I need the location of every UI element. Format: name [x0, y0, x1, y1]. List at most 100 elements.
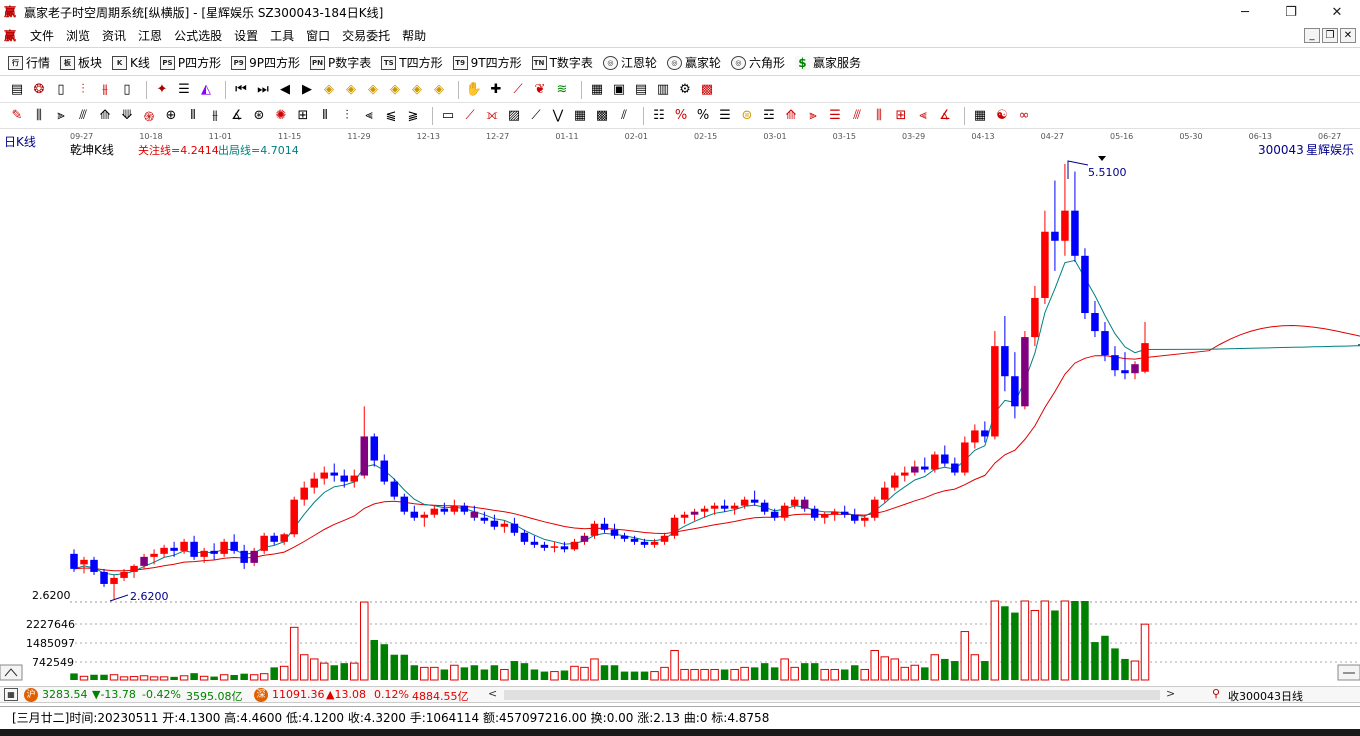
menu-tools[interactable]: 工具 [264, 27, 300, 44]
bookmark-icon[interactable]: ⚲ [1212, 687, 1220, 700]
kline-type-icon[interactable]: ⫶ [74, 81, 92, 99]
vee-icon[interactable]: ⋁ [549, 107, 567, 125]
equalize-icon[interactable]: ☰ [175, 81, 193, 99]
matrix-icon[interactable]: ▦ [571, 107, 589, 125]
star-icon[interactable]: ✺ [272, 107, 290, 125]
bar-type-icon[interactable]: ⫵ [96, 81, 114, 99]
channel-icon[interactable]: ⟗ [483, 107, 501, 125]
draw-line-icon[interactable]: ⟋ [509, 81, 527, 99]
diamond2-icon[interactable]: ◈ [342, 81, 360, 99]
slope-icon[interactable]: ⟋ [527, 107, 545, 125]
rect-icon[interactable]: ▭ [439, 107, 457, 125]
ray-icon[interactable]: ⟋ [461, 107, 479, 125]
comb4-icon[interactable]: ⫺ [404, 107, 422, 125]
gann-fan2-icon[interactable]: ⫷ [914, 107, 932, 125]
gann-fan-icon[interactable]: ⟰ [96, 107, 114, 125]
triangle-icon[interactable]: ◭ [197, 81, 215, 99]
menu-file[interactable]: 文件 [24, 27, 60, 44]
fib-icon[interactable]: ⫻ [74, 107, 92, 125]
menu-formula[interactable]: 公式选股 [168, 27, 228, 44]
hand-icon[interactable]: ✋ [465, 81, 483, 99]
toolbar-t-table[interactable]: TN T数字表 [531, 54, 593, 71]
hatch-icon[interactable]: ▨ [505, 107, 523, 125]
diamond4-icon[interactable]: ◈ [386, 81, 404, 99]
vertical-lines-icon[interactable]: ⦀ [316, 107, 334, 125]
calculator-small-icon[interactable]: ▦ [4, 688, 18, 701]
ring-icon[interactable]: ⊛ [250, 107, 268, 125]
fib-fan-icon[interactable]: ⫸ [804, 107, 822, 125]
wave-icon[interactable]: ≋ [553, 81, 571, 99]
fib-ext-icon[interactable]: ⫻ [848, 107, 866, 125]
volume-scroll-up-button[interactable] [0, 664, 23, 681]
grid-icon[interactable]: ▤ [632, 81, 650, 99]
candle-dropdown-icon[interactable]: ▯ [118, 81, 136, 99]
toolbar-hexagon[interactable]: ◎ 六角形 [730, 54, 785, 71]
box-grid-icon[interactable]: ⊞ [294, 107, 312, 125]
toolbar-p-square[interactable]: PS P四方形 [159, 54, 221, 71]
mdi-close-button[interactable]: ✕ [1340, 28, 1356, 43]
gann-lines-icon[interactable]: ☰ [716, 107, 734, 125]
diamond1-icon[interactable]: ◈ [320, 81, 338, 99]
close-line-label[interactable]: 收300043日线 [1228, 688, 1303, 704]
bars-icon[interactable]: ⫴ [184, 107, 202, 125]
circle-icon[interactable]: ⊕ [162, 107, 180, 125]
period-dropdown-icon[interactable]: ▤ [8, 81, 26, 99]
menu-help[interactable]: 帮助 [396, 27, 432, 44]
toolbar-quotes[interactable]: 行行情 [8, 54, 50, 71]
fib-ret-icon[interactable]: ☰ [826, 107, 844, 125]
infinity-icon[interactable]: ∞ [1015, 107, 1033, 125]
mdi-minimize-button[interactable]: _ [1304, 28, 1320, 43]
scroll-left-button[interactable]: < [488, 687, 497, 700]
first-icon[interactable]: ⏮ [232, 81, 250, 99]
gann-box-icon[interactable]: ⟱ [118, 107, 136, 125]
yin-yang-icon[interactable]: ☯ [993, 107, 1011, 125]
menu-settings[interactable]: 设置 [228, 27, 264, 44]
diamond5-icon[interactable]: ◈ [408, 81, 426, 99]
toolbar-sector[interactable]: 板板块 [60, 54, 102, 71]
angle-icon[interactable]: ∡ [228, 107, 246, 125]
minimize-button[interactable]: ─ [1222, 0, 1268, 24]
menu-browse[interactable]: 浏览 [60, 27, 96, 44]
comb3-icon[interactable]: ⫹ [382, 107, 400, 125]
levels-icon[interactable]: ☷ [650, 107, 668, 125]
spiral-icon[interactable]: ֍ [140, 107, 158, 125]
gift-icon[interactable]: ❦ [531, 81, 549, 99]
cycle-icon[interactable]: ✦ [153, 81, 171, 99]
gann-angle-icon[interactable]: ∡ [936, 107, 954, 125]
stairs-icon[interactable]: ⫽ [615, 107, 633, 125]
crosshair-icon[interactable]: ✚ [487, 81, 505, 99]
fib-time-icon[interactable]: ⫼ [870, 107, 888, 125]
comb2-icon[interactable]: ⫷ [360, 107, 378, 125]
toolbar-gann-wheel[interactable]: ◎ 江恩轮 [602, 54, 657, 71]
toolbar-service[interactable]: $ 赢家服务 [794, 54, 861, 71]
pen-icon[interactable]: ✎ [8, 107, 26, 125]
maximize-button[interactable]: ❐ [1268, 0, 1314, 24]
diamond6-icon[interactable]: ◈ [430, 81, 448, 99]
matrix2-icon[interactable]: ▩ [593, 107, 611, 125]
left-icon[interactable]: ◀ [276, 81, 294, 99]
comb-icon[interactable]: ⫶ [338, 107, 356, 125]
gann-ray-icon[interactable]: ⟰ [782, 107, 800, 125]
toolbar-9t-square[interactable]: T9 9T四方形 [452, 54, 522, 71]
gann-grid-icon[interactable]: ☲ [760, 107, 778, 125]
parallel-icon[interactable]: ⫼ [30, 107, 48, 125]
save-icon[interactable]: ▥ [654, 81, 672, 99]
formula-icon[interactable]: ❂ [30, 81, 48, 99]
calendar-icon[interactable]: ▦ [588, 81, 606, 99]
bars2-icon[interactable]: ⫵ [206, 107, 224, 125]
percent-icon[interactable]: % [694, 107, 712, 125]
toolbar-9p-square[interactable]: P9 9P四方形 [231, 54, 300, 71]
mdi-restore-button[interactable]: ❐ [1322, 28, 1338, 43]
diamond3-icon[interactable]: ◈ [364, 81, 382, 99]
close-button[interactable]: ✕ [1314, 0, 1360, 24]
horizontal-scrollbar-track[interactable] [504, 690, 1160, 700]
chart-settings-icon[interactable]: ▩ [698, 81, 716, 99]
scroll-right-button[interactable]: > [1166, 687, 1175, 700]
right-icon[interactable]: ▶ [298, 81, 316, 99]
toolbar-p-table[interactable]: PN P数字表 [310, 54, 371, 71]
toolbar-winner-wheel[interactable]: ◎ 赢家轮 [666, 54, 721, 71]
calculator-icon[interactable]: ▣ [610, 81, 628, 99]
toolbar-kline[interactable]: K K线 [112, 54, 150, 71]
menu-info[interactable]: 资讯 [96, 27, 132, 44]
gann-circle-icon[interactable]: ⊜ [738, 107, 756, 125]
